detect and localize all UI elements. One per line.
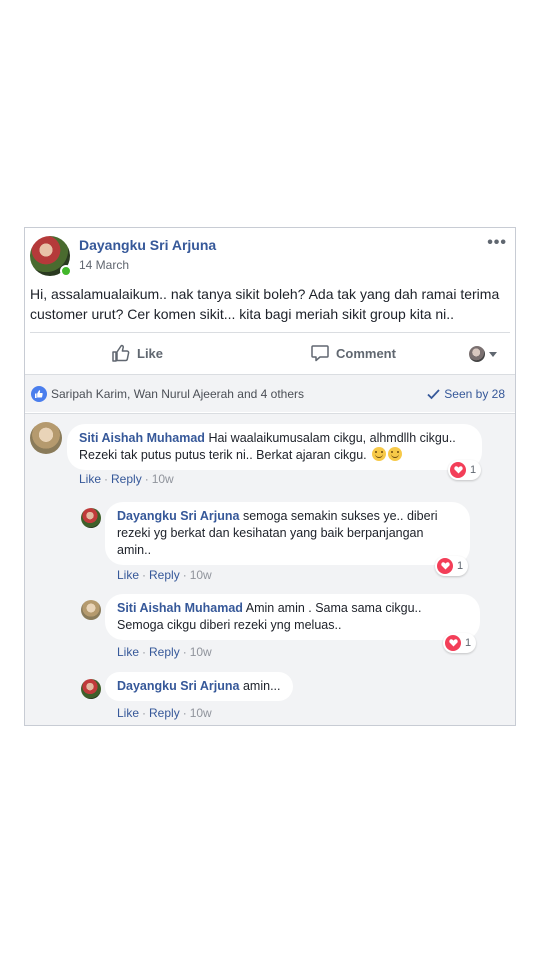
reaction-count: 1: [470, 464, 477, 476]
comment-like-link[interactable]: Like: [117, 706, 139, 720]
post-date[interactable]: 14 March: [79, 258, 129, 272]
seen-by[interactable]: Seen by 28: [427, 387, 505, 401]
comment-text: amin...: [242, 679, 281, 693]
comment-author[interactable]: Siti Aishah Muhamad: [117, 601, 243, 615]
like-label: Like: [137, 345, 164, 361]
viewer-avatar: [469, 346, 485, 362]
avatar[interactable]: [81, 508, 101, 528]
comment-meta: Like · Reply · 10w: [117, 645, 212, 659]
comment-bubble: Dayangku Sri Arjuna amin...: [105, 672, 293, 701]
reactors-text[interactable]: Saripah Karim, Wan Nurul Ajeerah and 4 o…: [51, 387, 304, 401]
comment-like-link[interactable]: Like: [117, 645, 139, 659]
comment-time[interactable]: 10w: [190, 645, 212, 659]
comment-meta: Like · Reply · 10w: [117, 706, 212, 720]
comment-author[interactable]: Dayangku Sri Arjuna: [117, 509, 240, 523]
reaction-count: 1: [457, 560, 464, 572]
thumbs-up-icon: [112, 344, 130, 362]
comment-time[interactable]: 10w: [190, 706, 212, 720]
comment-reply-link[interactable]: Reply: [149, 645, 180, 659]
post-header: Dayangku Sri Arjuna 14 March •••: [25, 228, 515, 278]
comments-section: Siti Aishah Muhamad Hai waalaikumusalam …: [25, 413, 515, 725]
post-author[interactable]: Dayangku Sri Arjuna: [79, 237, 216, 253]
reaction-count: 1: [465, 637, 472, 649]
avatar[interactable]: [81, 600, 101, 620]
smiling-face-emoji-icon: [388, 447, 403, 461]
comment-bubble: Dayangku Sri Arjuna semoga semakin sukse…: [105, 502, 470, 565]
comment-reply-link[interactable]: Reply: [149, 568, 180, 582]
post-card: Dayangku Sri Arjuna 14 March ••• Hi, ass…: [24, 227, 516, 726]
comment-reply-link[interactable]: Reply: [149, 706, 180, 720]
chevron-down-icon: [489, 351, 497, 357]
checkmark-icon: [427, 388, 440, 399]
comment-icon: [311, 345, 329, 362]
comment-as-selector[interactable]: [469, 346, 497, 362]
comment-like-link[interactable]: Like: [79, 472, 101, 486]
thumbs-up-icon: [35, 390, 43, 398]
comment-button[interactable]: Comment: [310, 343, 396, 363]
comment-time[interactable]: 10w: [190, 568, 212, 582]
comment-label: Comment: [336, 345, 396, 361]
comment-author[interactable]: Siti Aishah Muhamad: [79, 431, 205, 445]
comment-time[interactable]: 10w: [152, 472, 174, 486]
heart-reaction-icon: [445, 635, 461, 651]
comment-reactions[interactable]: 1: [443, 633, 477, 653]
post-actions: Like Comment: [25, 333, 515, 373]
online-status-icon: [60, 265, 72, 277]
comment-reply-link[interactable]: Reply: [111, 472, 142, 486]
author-avatar[interactable]: [30, 236, 72, 277]
avatar[interactable]: [30, 422, 62, 454]
comment-like-link[interactable]: Like: [117, 568, 139, 582]
avatar[interactable]: [81, 679, 101, 699]
comment-meta: Like · Reply · 10w: [117, 568, 212, 582]
comment-bubble: Siti Aishah Muhamad Amin amin . Sama sam…: [105, 594, 480, 640]
reactions-bar: Saripah Karim, Wan Nurul Ajeerah and 4 o…: [25, 374, 515, 412]
post-text: Hi, assalamualaikum.. nak tanya sikit bo…: [30, 286, 500, 322]
comment-meta: Like · Reply · 10w: [79, 472, 174, 486]
heart-reaction-icon: [450, 462, 466, 478]
heart-reaction-icon: [437, 558, 453, 574]
like-reaction-icon[interactable]: [31, 386, 47, 402]
comment-bubble: Siti Aishah Muhamad Hai waalaikumusalam …: [67, 424, 482, 470]
comment-reactions[interactable]: 1: [435, 556, 469, 576]
smiling-face-emoji-icon: [372, 447, 387, 461]
comment-author[interactable]: Dayangku Sri Arjuna: [117, 679, 240, 693]
like-button[interactable]: Like: [111, 343, 163, 363]
comment-reactions[interactable]: 1: [448, 460, 482, 480]
seen-by-label: Seen by 28: [444, 387, 505, 401]
more-options-icon[interactable]: •••: [487, 234, 507, 252]
